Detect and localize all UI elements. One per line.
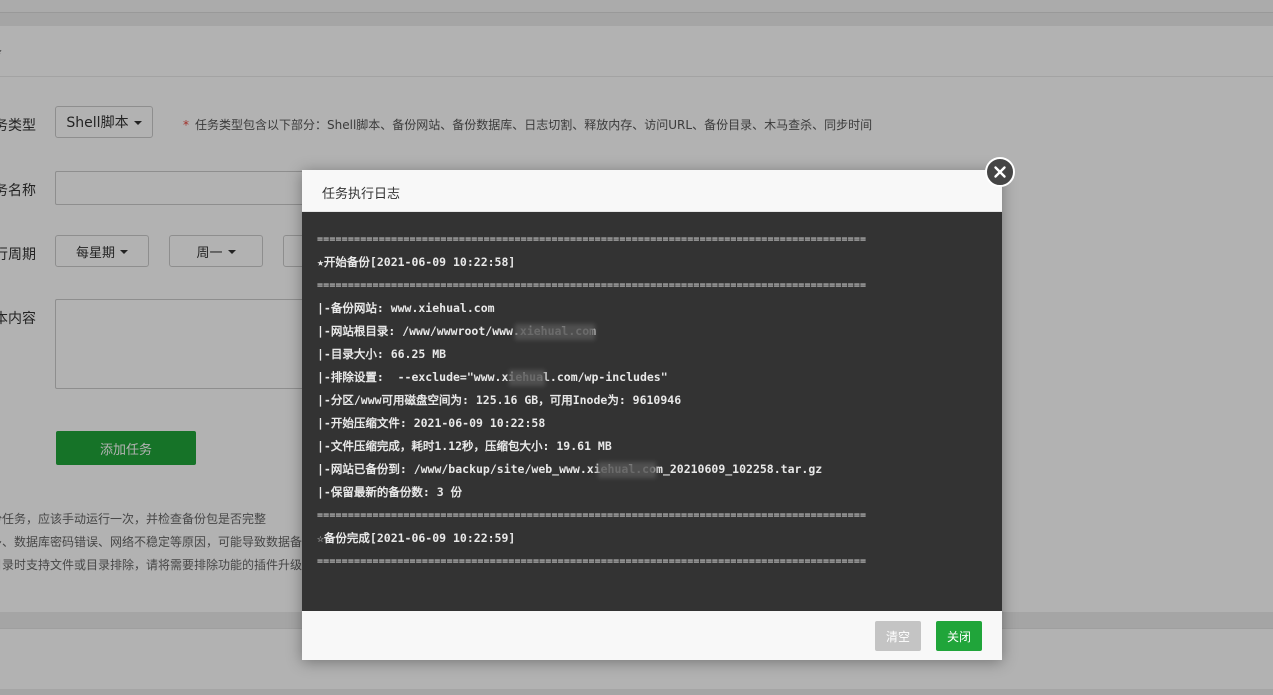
log-output: ========================================…: [302, 212, 1002, 611]
log-line: |-排除设置: --exclude="www.xiehual.com/wp-in…: [317, 370, 668, 384]
log-end-line: ☆备份完成[2021-06-09 10:22:59]: [317, 531, 516, 545]
log-line: |-网站已备份到: /www/backup/site/web_www.xiehu…: [317, 462, 823, 476]
log-line: |-保留最新的备份数: 3 份: [317, 485, 463, 499]
log-line: |-目录大小: 66.25 MB: [317, 347, 447, 361]
log-line: |-文件压缩完成，耗时1.12秒，压缩包大小: 19.61 MB: [317, 439, 612, 453]
modal-footer: 清空 关闭: [302, 611, 1002, 660]
close-button[interactable]: 关闭: [936, 621, 982, 651]
redaction-mark: [598, 462, 656, 478]
modal-header: 任务执行日志: [302, 170, 1002, 212]
redaction-mark: [515, 324, 595, 340]
log-line: |-分区/www可用磁盘空间为: 125.16 GB，可用Inode为: 961…: [317, 393, 682, 407]
modal-title: 任务执行日志: [322, 187, 401, 202]
log-separator: ========================================…: [317, 510, 867, 521]
log-separator: ========================================…: [317, 234, 867, 245]
close-icon[interactable]: [985, 157, 1015, 187]
log-separator: ========================================…: [317, 280, 867, 291]
task-log-modal: 任务执行日志 =================================…: [302, 170, 1002, 660]
log-line: |-开始压缩文件: 2021-06-09 10:22:58: [317, 416, 546, 430]
clear-button[interactable]: 清空: [875, 621, 921, 651]
close-x-glyph: [994, 166, 1006, 178]
log-separator: ========================================…: [317, 556, 867, 567]
log-line: |-备份网站: www.xiehual.com: [317, 301, 495, 315]
redaction-mark: [509, 370, 545, 386]
log-start-line: ★开始备份[2021-06-09 10:22:58]: [317, 255, 516, 269]
